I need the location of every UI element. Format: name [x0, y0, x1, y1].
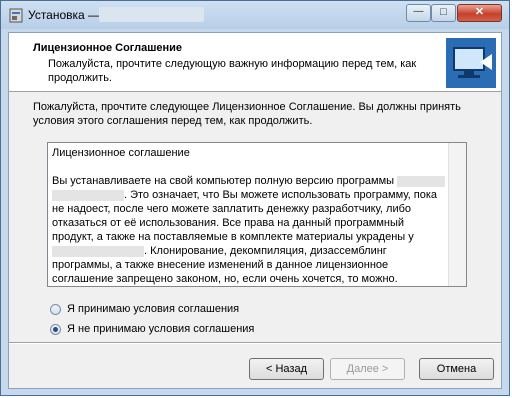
license-content: Лицензионное соглашение Вы устанавливает…: [52, 146, 447, 286]
wizard-page: Лицензионное Соглашение Пожалуйста, проч…: [8, 32, 502, 389]
title-redacted: [99, 7, 204, 22]
accept-label: Я принимаю условия соглашения: [67, 303, 240, 315]
maximize-icon: □: [440, 6, 447, 18]
maximize-button[interactable]: □: [431, 4, 456, 22]
accept-option[interactable]: Я принимаю условия соглашения: [50, 301, 239, 317]
license-line-1: Вы устанавливаете на свой компьютер полн…: [52, 175, 395, 187]
setup-app-icon: [9, 8, 23, 23]
license-heading: Лицензионное соглашение: [52, 147, 190, 159]
window-title: Установка —: [28, 8, 101, 22]
title-bar[interactable]: Установка — — □ ✕: [1, 1, 509, 29]
license-textbox[interactable]: Лицензионное соглашение Вы устанавливает…: [47, 142, 467, 287]
accept-radio[interactable]: [50, 303, 61, 315]
decline-radio[interactable]: [50, 323, 61, 335]
minimize-icon: —: [413, 6, 424, 17]
installer-window: Установка — — □ ✕ Лицензионное Соглашени…: [0, 0, 510, 396]
intro-text: Пожалуйста, прочтите следующее Лицензион…: [33, 101, 461, 127]
computer-install-icon: [446, 38, 496, 88]
program-name-redacted: [397, 175, 446, 187]
footer-divider: [9, 342, 501, 344]
program-name-redacted-2: [52, 189, 124, 201]
license-scrollbar[interactable]: [448, 143, 466, 286]
cancel-button[interactable]: Отмена: [419, 358, 494, 380]
close-button[interactable]: ✕: [457, 4, 502, 22]
next-button[interactable]: Далее >: [330, 358, 405, 380]
back-button[interactable]: < Назад: [249, 358, 324, 380]
wizard-header: Лицензионное Соглашение Пожалуйста, проч…: [9, 33, 501, 92]
decline-label: Я не принимаю условия соглашения: [67, 323, 255, 335]
author-redacted: [52, 245, 144, 257]
decline-option[interactable]: Я не принимаю условия соглашения: [50, 321, 254, 337]
page-subtitle: Пожалуйста, прочтите следующую важную ин…: [48, 58, 417, 84]
license-body: Вы устанавливаете на свой компьютер полн…: [52, 174, 447, 286]
close-icon: ✕: [474, 6, 485, 18]
minimize-button[interactable]: —: [406, 4, 431, 22]
page-title: Лицензионное Соглашение: [33, 42, 183, 54]
